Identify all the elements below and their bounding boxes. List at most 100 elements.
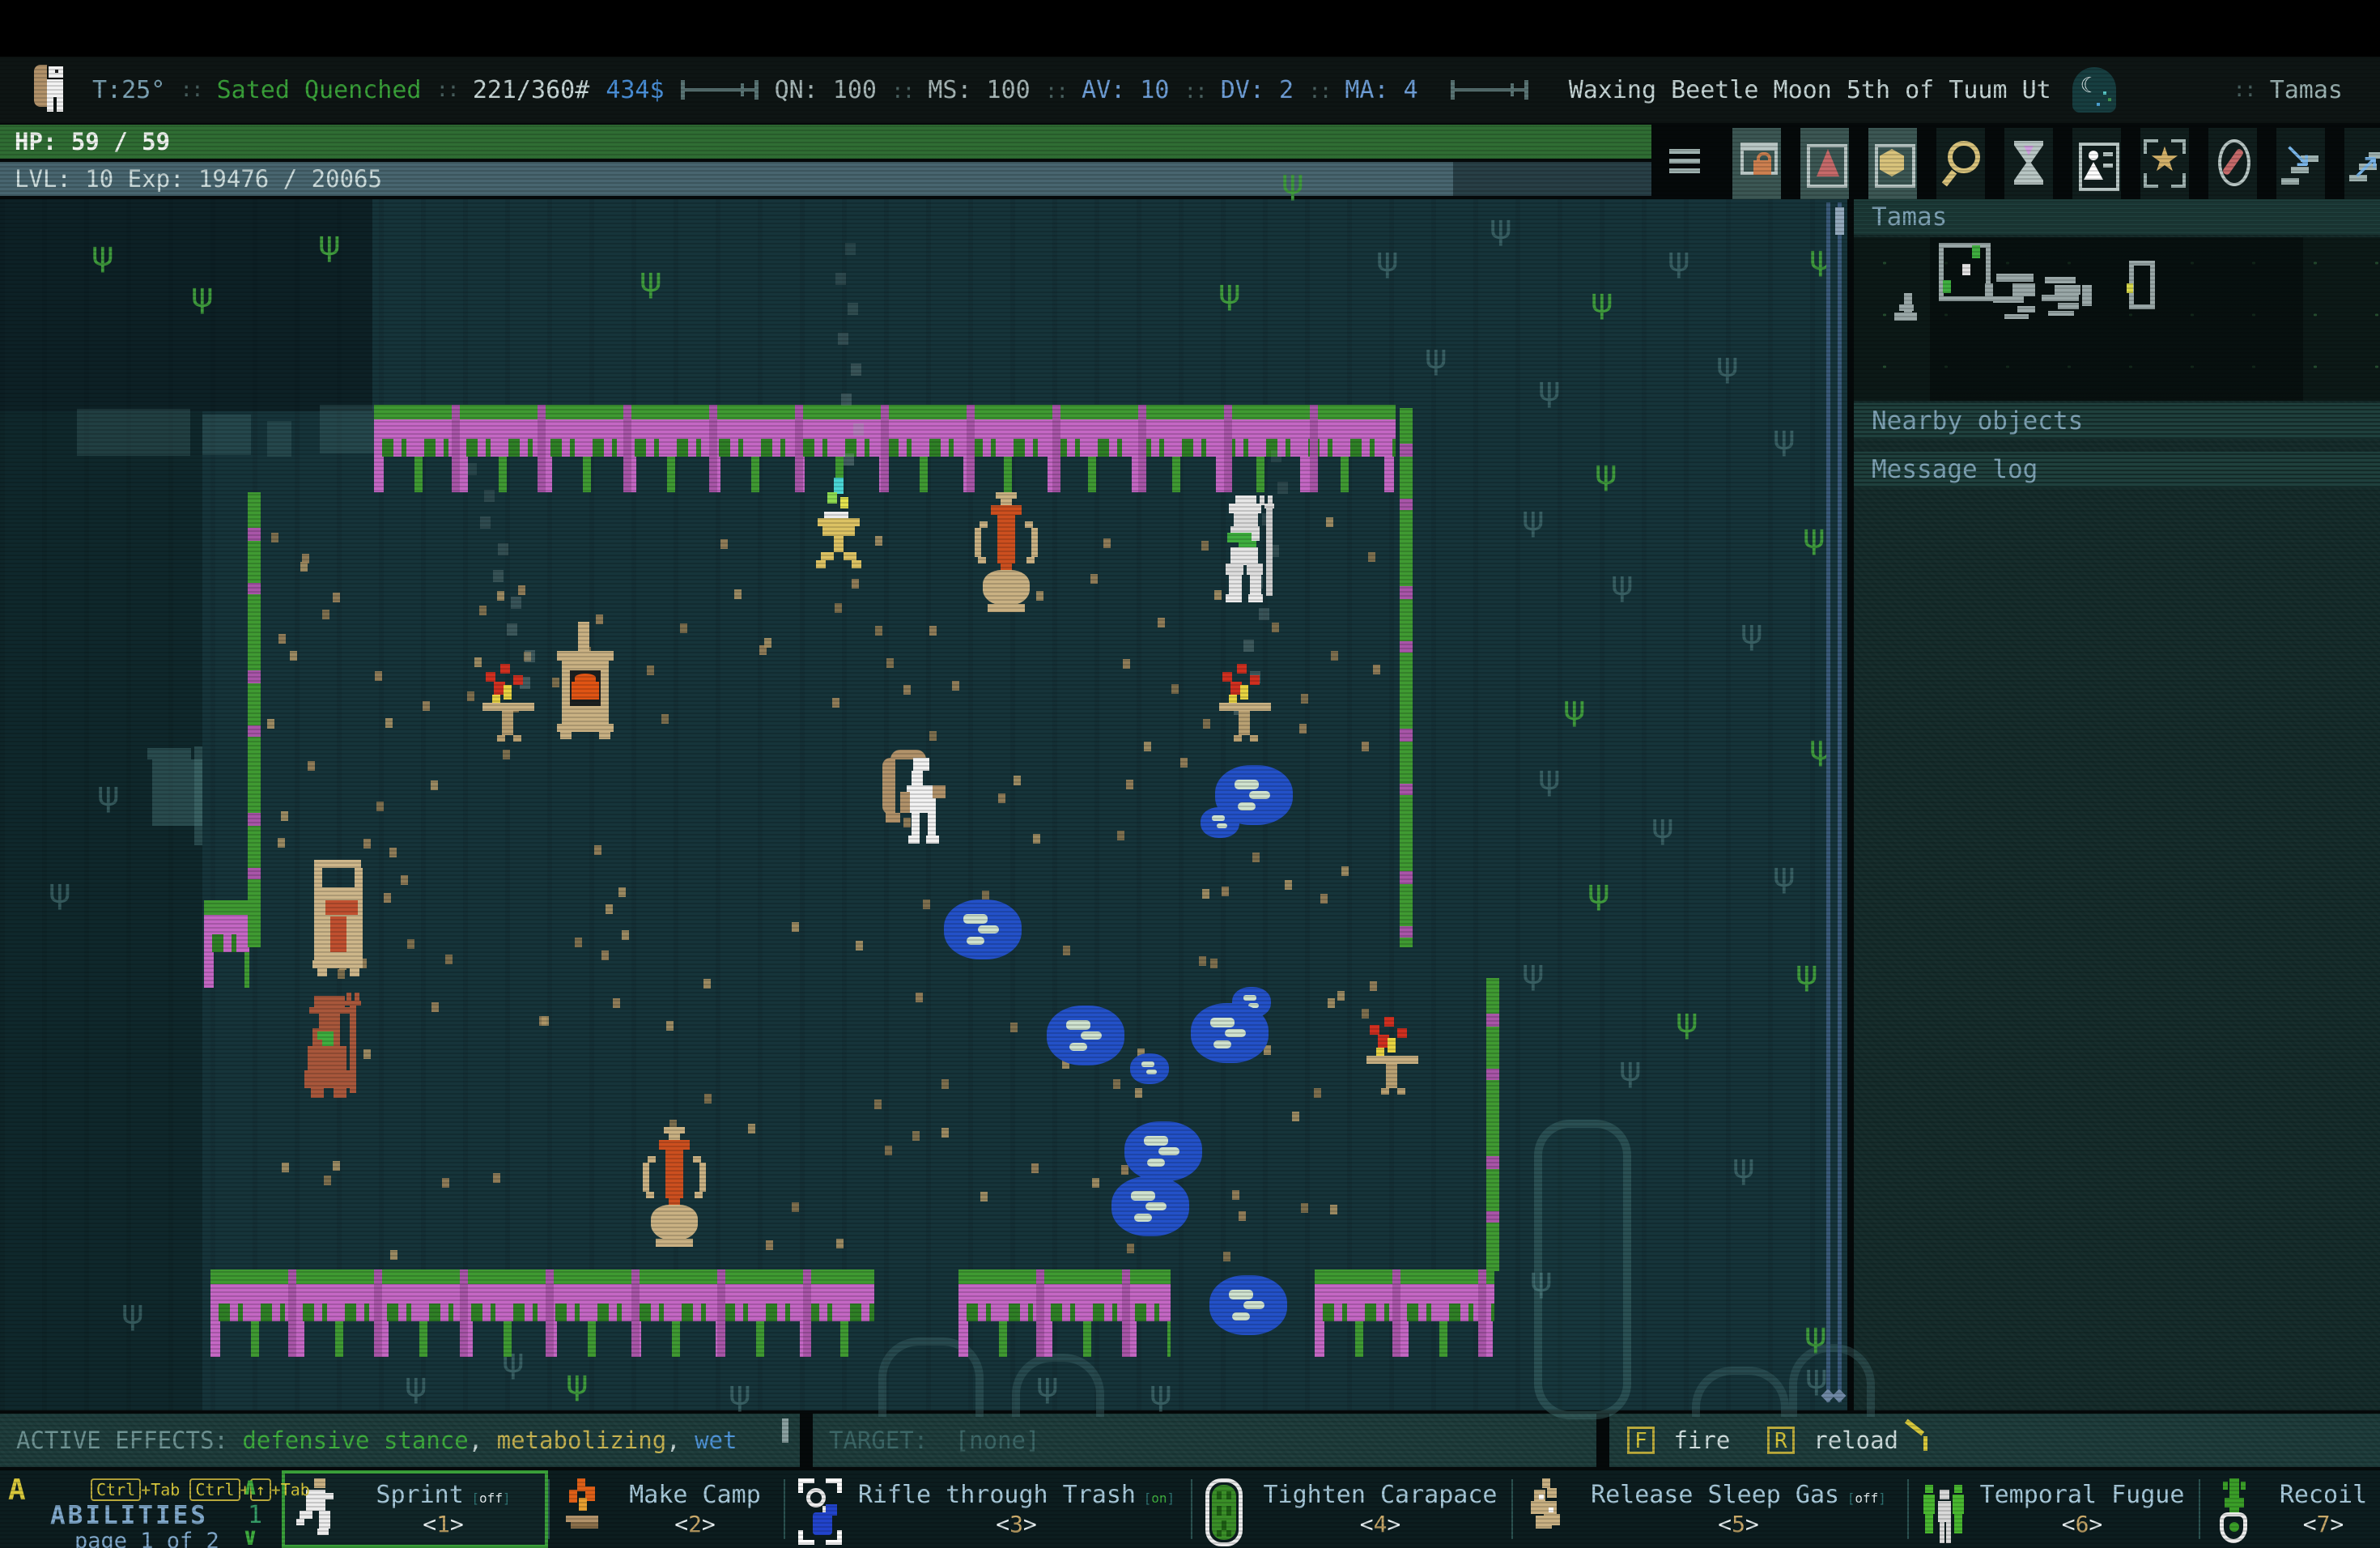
ability-slot-temporal-fugue[interactable]: Temporal Fugue<6> [1909,1470,2199,1548]
floor-speck [390,1250,397,1260]
smoke-dash [848,303,858,315]
compass-icon[interactable] [2208,128,2257,199]
floor-speck [704,1094,712,1104]
travel-pointer-icon[interactable] [1800,128,1849,199]
minimap-feature [1943,280,1951,293]
floor-speck [333,1161,340,1171]
sidebar-header-player[interactable]: Tamas [1854,199,2380,235]
floor-speck [856,941,863,950]
grass-tuft: ψ [1803,520,1825,554]
floor-speck [1314,1088,1321,1098]
floor-speck [389,848,397,857]
grass-tuft: ψ [640,263,662,297]
floor-speck [281,811,288,821]
amphora-sprite [971,492,1041,614]
player-name: Tamas [2270,76,2343,104]
ability-slot-sprint[interactable]: Sprint [off]<1> [282,1470,548,1548]
separator: :: [1308,79,1330,104]
ghost-grass-tuft: ψ [1538,372,1561,406]
floor-speck [1362,742,1369,751]
page-down-chevron[interactable]: ∨ [243,1525,257,1548]
grass-tuft: ψ [1587,875,1610,909]
stairs-up-icon[interactable]: ↗ [2344,128,2380,199]
wall-segment [1486,978,1499,1271]
floor-speck [1368,552,1375,562]
floor-speck [1202,889,1209,899]
farmer-sprite [298,993,371,1102]
floor-speck [1292,1112,1299,1121]
floor-speck [1331,651,1338,661]
ability-slot-recoil[interactable]: Recoil<7> [2200,1470,2380,1548]
ability-slot-make-camp[interactable]: Make Camp<2> [550,1470,784,1548]
smoke-dash [493,570,504,582]
wall-segment [374,405,1396,457]
ability-slot-tighten-carapace[interactable]: Tighten Carapace<4> [1192,1470,1511,1548]
locked-journal-icon[interactable] [1732,128,1781,199]
effect-metabolizing: metabolizing [497,1427,667,1454]
chair-sprite [298,860,372,977]
page-up-chevron[interactable]: ∧ [243,1475,257,1499]
floor-speck [1285,880,1292,890]
smoke-dash [853,423,864,436]
bird-sprite [876,750,955,853]
trash-search-icon [797,1474,842,1545]
stairs-down-icon[interactable]: ↘ [2276,128,2325,199]
floor-speck [661,714,669,724]
map-scrollbar-thumb[interactable] [1835,207,1844,235]
floor-speck [503,750,510,759]
minimap-feature [1972,245,1980,258]
floor-speck [903,685,911,695]
smoke-dash [466,463,477,475]
floor-speck [1299,724,1307,734]
floor-speck [1117,831,1124,840]
floor-speck [952,681,959,691]
floor-speck [1090,574,1098,584]
ghost-grass-tuft: ψ [121,1295,144,1329]
minimap-feature [1993,296,2024,303]
effect-wet: wet [695,1427,737,1454]
floor-speck [1210,959,1218,968]
ghost-grass-tuft: ψ [1522,955,1545,989]
separator: :: [891,79,913,104]
floor-speck [375,671,382,681]
floor-speck [1127,1244,1134,1253]
wait-icon[interactable] [2004,128,2053,199]
floor-speck [982,891,989,900]
floor-speck [606,904,613,914]
minimap-feature [2048,311,2074,316]
nest-icon[interactable] [1868,128,1917,199]
ghost-figure [147,748,191,759]
sidebar-header-nearby-objects[interactable]: Nearby objects [1854,403,2380,439]
ghost-grass-tuft: ψ [97,777,120,811]
floor-speck [467,691,474,701]
reputation-icon[interactable]: ★ [2140,128,2189,199]
smoke-dash [844,453,854,466]
floor-speck [431,1002,439,1012]
search-icon[interactable] [1936,128,1985,199]
smoke-dash [525,650,535,662]
smoke-dash [484,490,495,502]
temporal-fugue-icon-sprite [1922,1478,1966,1546]
sidebar-header-message-log[interactable]: Message log [1854,452,2380,487]
floor-speck [290,651,297,661]
floor-speck [1092,1178,1099,1188]
stat-dv: DV: 2 [1221,76,1294,104]
temperature-gauge [681,78,759,102]
floor-speck [324,1176,331,1185]
floor-speck [1301,1203,1308,1213]
floor-speck [1113,1079,1120,1089]
character-sheet-icon[interactable] [2072,128,2121,199]
ability-slot-release-sleep-gas[interactable]: Release Sleep Gas [off]<5> [1513,1470,1907,1548]
floor-speck [886,658,894,668]
ability-slot-rifle-through-trash[interactable]: Rifle through Trash [on]<3> [785,1470,1191,1548]
carry-weight: 221/360# [473,76,590,104]
floor-speck [474,657,482,667]
reload-key: R [1767,1427,1795,1454]
floor-speck [1320,894,1328,904]
minimap-feature [1996,274,2034,282]
menu-icon[interactable] [1669,149,1702,175]
toolbar: ★ ↘ ↗ [1732,128,2380,199]
wall-segment [210,1269,874,1321]
smoke-dash [511,597,521,609]
floor-speck [941,1079,949,1089]
